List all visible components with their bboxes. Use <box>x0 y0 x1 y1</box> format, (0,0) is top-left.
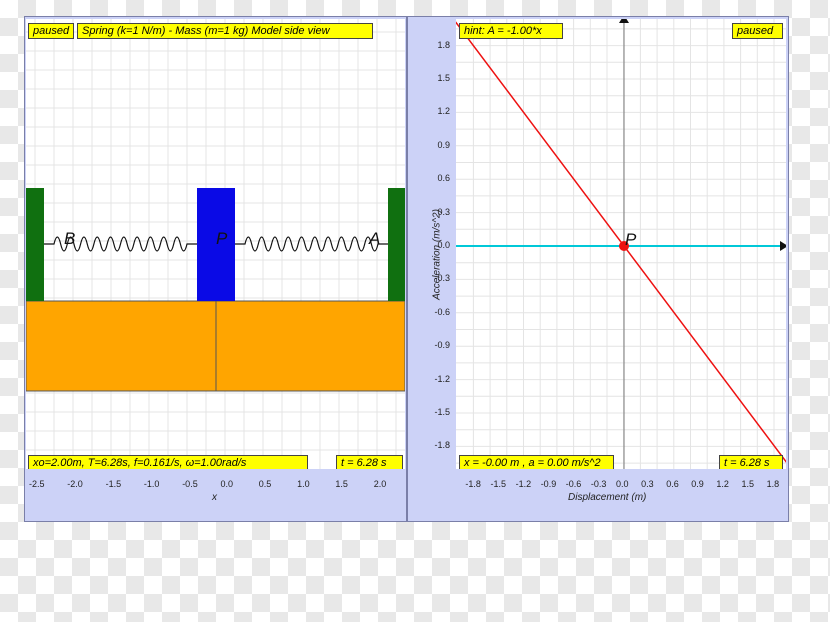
x-tick-label: 2.0 <box>373 479 387 489</box>
label-p: P <box>216 229 228 248</box>
right-spring <box>235 236 388 252</box>
left-time-readout: t = 6.28 s <box>336 455 403 469</box>
y-tick-label: 1.8 <box>437 39 450 50</box>
x-tick-label: 1.0 <box>297 479 310 489</box>
y-tick-label: -1.8 <box>434 440 450 451</box>
x-tick-label: -0.9 <box>540 479 557 489</box>
x-tick-label: -0.6 <box>565 479 582 489</box>
x-tick-label: 1.2 <box>716 479 729 489</box>
x-axis-arrow <box>780 241 786 251</box>
x-tick-label: 1.5 <box>741 479 755 489</box>
label-a: A <box>368 229 380 248</box>
x-tick-label: -1.0 <box>143 479 160 489</box>
x-tick-label: 0.3 <box>641 479 654 489</box>
right-x-axis-label: Displacement (m) <box>568 492 647 503</box>
x-tick-label: -2.0 <box>67 479 83 489</box>
right-graph-panel: P hint: A = -1.00*x paused x = -0.00 m ,… <box>407 16 789 522</box>
x-tick-label: -0.3 <box>590 479 607 489</box>
hint-box: hint: A = -1.00*x <box>459 23 563 39</box>
right-info-readout: x = -0.00 m , a = 0.00 m/s^2 <box>459 455 614 469</box>
side-view-canvas[interactable]: B P A paused Spring (k=1 N/m) - Mass (m=… <box>26 19 405 469</box>
left-title: Spring (k=1 N/m) - Mass (m=1 kg) Model s… <box>77 23 373 39</box>
x-tick-label: 0.6 <box>666 479 679 489</box>
label-b: B <box>64 229 75 248</box>
x-tick-label: 1.5 <box>335 479 348 489</box>
right-wall <box>388 188 405 301</box>
y-tick-label: 0.6 <box>437 173 450 184</box>
y-axis-arrow <box>619 19 629 23</box>
x-tick-label: -0.5 <box>182 479 198 489</box>
y-tick-label: -1.5 <box>434 407 450 417</box>
x-tick-label: 0.5 <box>258 479 272 489</box>
left-x-axis-label: x <box>212 492 217 503</box>
y-tick-label: 1.5 <box>437 73 450 83</box>
x-tick-label: 0.0 <box>220 479 234 489</box>
y-tick-label: 0.9 <box>437 139 450 150</box>
right-status-badge: paused <box>732 23 783 39</box>
x-tick-label: -2.5 <box>29 479 45 489</box>
right-y-axis-label: Acceleration (m/s^2) <box>431 209 443 300</box>
left-simulation-panel: B P A paused Spring (k=1 N/m) - Mass (m=… <box>24 16 407 522</box>
right-time-readout: t = 6.28 s <box>719 455 783 469</box>
y-tick-label: -1.2 <box>434 373 450 384</box>
x-tick-label: 1.8 <box>766 479 780 489</box>
x-tick-label: -1.5 <box>490 479 507 489</box>
left-info-readout: xo=2.00m, T=6.28s, f=0.161/s, ω=1.00rad/… <box>28 455 308 469</box>
side-view-svg: B P A <box>26 19 405 469</box>
state-point-label: P <box>625 230 637 249</box>
left-status-badge: paused <box>28 23 75 39</box>
graph-svg: P <box>456 19 786 469</box>
x-tick-label: -1.8 <box>465 479 481 489</box>
x-tick-label: 0.0 <box>616 479 629 489</box>
y-tick-label: -0.9 <box>434 340 450 351</box>
left-wall <box>26 188 44 301</box>
x-tick-label: -1.2 <box>515 479 532 489</box>
x-tick-label: 0.9 <box>691 479 704 489</box>
y-tick-label: 1.2 <box>437 106 450 117</box>
x-tick-label: -1.5 <box>105 479 122 489</box>
graph-canvas[interactable]: P hint: A = -1.00*x paused x = -0.00 m ,… <box>456 19 786 469</box>
